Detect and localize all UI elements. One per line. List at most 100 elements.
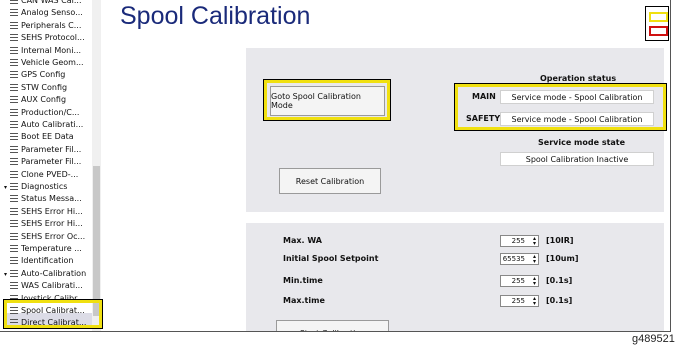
sidebar-item-label: Identification — [21, 256, 74, 266]
figure-code: g489521 — [632, 333, 675, 345]
sidebar-item[interactable]: SEHS Protocol... — [10, 31, 85, 44]
list-icon — [10, 245, 18, 252]
sidebar-group[interactable]: ▾ Diagnostics — [4, 180, 67, 193]
sidebar-item-label: WAS Calibrati... — [21, 281, 83, 291]
list-icon — [10, 121, 18, 128]
list-icon — [10, 9, 18, 17]
param-unit: [10IR] — [546, 236, 574, 245]
sidebar-item[interactable]: WAS Calibrati... — [10, 279, 83, 292]
param-value: 65535 — [502, 255, 525, 263]
sidebar-item-label: Vehicle Geom... — [21, 58, 84, 67]
list-icon — [10, 145, 18, 153]
param-unit: [10um] — [546, 254, 579, 263]
sidebar-item-label: Temperature ... — [21, 244, 82, 253]
list-icon — [10, 108, 18, 116]
sidebar-item-label: Auto Calibrati... — [21, 120, 84, 129]
service-mode-value: Spool Calibration Inactive — [500, 152, 654, 166]
sidebar-item[interactable]: Status Messa... — [10, 192, 82, 205]
sidebar-item-label: SEHS Error Oc... — [21, 231, 86, 241]
sidebar-item[interactable]: Parameter Fil... — [10, 143, 81, 156]
goto-button-highlight — [263, 79, 391, 121]
list-icon — [10, 207, 18, 215]
sidebar-item-label: Analog Senso... — [21, 8, 83, 18]
sidebar-item-label: Internal Moni... — [21, 45, 82, 55]
spinner-arrows-icon[interactable]: ▴ ▾ — [533, 236, 536, 247]
sidebar-item-label: Diagnostics — [21, 182, 68, 191]
highlight-legend — [645, 6, 669, 41]
sidebar-item[interactable]: SEHS Error Hi... — [10, 205, 83, 218]
spinner-arrows-icon[interactable]: ▴ ▾ — [533, 254, 536, 265]
page-title: Spool Calibration — [120, 2, 311, 30]
list-icon — [10, 83, 18, 91]
sidebar-item[interactable]: Peripherals C... — [10, 19, 81, 32]
list-icon — [10, 59, 18, 66]
list-icon — [10, 183, 18, 190]
list-icon — [10, 257, 18, 265]
list-icon — [10, 195, 18, 203]
sidebar-item[interactable]: Analog Senso... — [10, 6, 83, 19]
sidebar-item[interactable]: Vehicle Geom... — [10, 56, 84, 69]
list-icon — [10, 220, 18, 228]
sidebar-item-label: SEHS Error Hi... — [21, 206, 83, 216]
sidebar-scrollbar[interactable] — [92, 0, 101, 331]
scrollbar-thumb[interactable] — [93, 166, 100, 316]
spinner-arrows-icon[interactable]: ▴ ▾ — [533, 296, 536, 307]
sidebar-item-label: Parameter Fil... — [21, 157, 82, 167]
param-spinbox[interactable]: 255 ▴ ▾ — [500, 275, 539, 287]
param-value: 255 — [511, 237, 525, 245]
reset-calibration-button[interactable]: Reset Calibration — [279, 168, 381, 194]
list-icon — [10, 133, 18, 141]
service-mode-header: Service mode state — [538, 138, 626, 147]
sidebar-item-label: STW Config — [21, 82, 68, 92]
sidebar-item[interactable]: AUX Config — [10, 93, 66, 106]
operation-status-header: Operation status — [540, 74, 617, 83]
sidebar-item[interactable]: Temperature ... — [10, 242, 82, 255]
sidebar-item-label: SEHS Error Hi... — [21, 219, 83, 229]
sidebar-item-label: Production/C... — [21, 107, 80, 117]
param-label: Initial Spool Setpoint — [283, 254, 379, 263]
list-icon — [10, 21, 18, 29]
param-unit: [0.1s] — [546, 276, 573, 285]
operation-status-highlight — [454, 83, 667, 131]
param-spinbox[interactable]: 255 ▴ ▾ — [500, 235, 539, 247]
start-calibration-button[interactable]: Start Calibration — [276, 320, 389, 331]
sidebar-tree: CAN WAS Cal... Analog Senso... Peripherals… — [0, 0, 103, 331]
param-label: Max.time — [283, 296, 325, 305]
sidebar-item[interactable]: STW Config — [10, 81, 67, 94]
param-unit: [0.1s] — [546, 296, 573, 305]
list-icon — [10, 0, 18, 4]
list-icon — [10, 34, 18, 42]
sidebar-group[interactable]: ▾ Auto-Calibration — [4, 267, 86, 280]
sidebar-item-label: SEHS Protocol... — [21, 33, 85, 43]
list-icon — [10, 282, 18, 290]
sidebar-item-label: Boot EE Data — [21, 132, 74, 142]
app-window: CAN WAS Cal... Analog Senso... Peripherals… — [0, 0, 671, 332]
sidebar-item-label: AUX Config — [21, 95, 67, 105]
list-icon — [10, 71, 18, 79]
sidebar-item[interactable]: Internal Moni... — [10, 44, 81, 57]
list-icon — [10, 158, 18, 166]
param-spinbox[interactable]: 255 ▴ ▾ — [500, 295, 539, 307]
sidebar-item[interactable]: Auto Calibrati... — [10, 118, 83, 131]
sidebar-item-label: CAN WAS Cal... — [21, 0, 82, 5]
sidebar-item[interactable]: Identification — [10, 254, 73, 267]
sidebar-item[interactable]: Parameter Fil... — [10, 155, 81, 168]
sidebar-item[interactable]: SEHS Error Hi... — [10, 217, 83, 230]
param-label: Min.time — [283, 276, 323, 285]
list-icon — [10, 96, 18, 104]
param-value: 255 — [511, 297, 525, 305]
spinner-arrows-icon[interactable]: ▴ ▾ — [533, 276, 536, 287]
sidebar-item[interactable]: GPS Config — [10, 68, 65, 81]
param-spinbox[interactable]: 65535 ▴ ▾ — [500, 253, 539, 265]
sidebar-item[interactable]: Production/C... — [10, 106, 79, 119]
list-icon — [10, 170, 18, 178]
sidebar-item[interactable]: Clone PVED-... — [10, 168, 78, 181]
sidebar-item-label: Clone PVED-... — [21, 169, 79, 179]
param-value: 255 — [511, 277, 525, 285]
sidebar-item[interactable]: Boot EE Data — [10, 130, 74, 143]
param-label: Max. WA — [283, 236, 322, 245]
sidebar-item[interactable]: SEHS Error Oc... — [10, 230, 85, 243]
sidebar-item-label: GPS Config — [21, 70, 66, 80]
sidebar-item-label: Status Messa... — [21, 194, 82, 204]
selection-highlight-box — [3, 299, 103, 329]
